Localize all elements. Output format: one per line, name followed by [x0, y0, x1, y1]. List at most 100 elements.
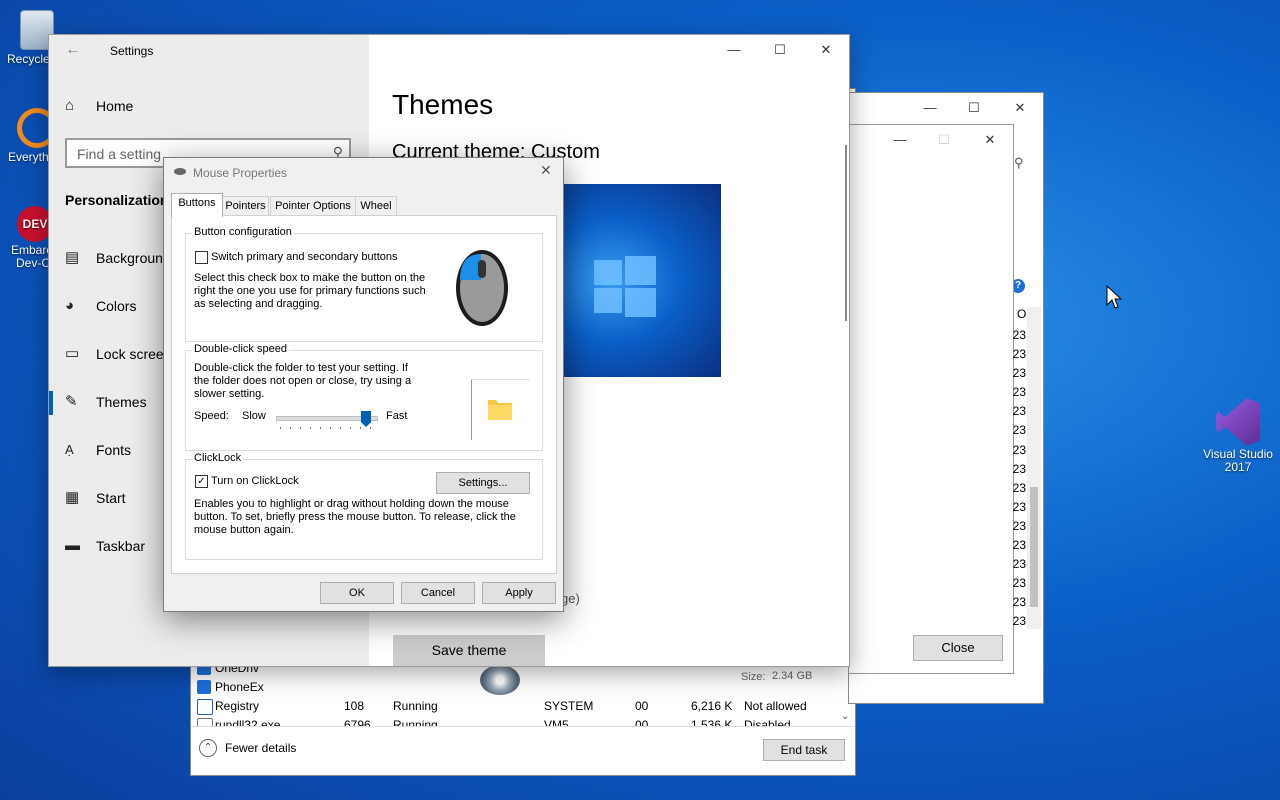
column-header[interactable]: O [1017, 307, 1026, 321]
fonts-icon: Ạ [65, 442, 74, 457]
scroll-down-arrow-icon[interactable]: ⌄ [841, 711, 849, 722]
group-title: ClickLock [192, 452, 244, 464]
clicklock-settings-button[interactable]: Settings... [436, 472, 530, 494]
number-cell: 23 [1012, 347, 1026, 362]
back-arrow-icon[interactable]: ← [65, 41, 81, 59]
size-label: Size: [741, 671, 766, 683]
close-button[interactable]: Close [913, 635, 1003, 661]
desktop-icon-visual-studio[interactable]: Visual Studio 2017 [1202, 398, 1274, 474]
close-icon[interactable]: ✕ [967, 125, 1013, 155]
number-cell: 23 [1012, 385, 1026, 400]
scrollbar-thumb[interactable] [1030, 487, 1038, 607]
number-cell: 23 [1012, 557, 1026, 572]
number-cell: 23 [1012, 404, 1026, 419]
maximize-icon[interactable]: ☐ [757, 35, 803, 65]
process-name: Registry [215, 699, 260, 713]
mouse-illustration-icon [456, 250, 508, 326]
number-cell: 23 [1012, 442, 1026, 457]
number-cell: 23 [1012, 366, 1026, 381]
app-icon [197, 699, 213, 715]
maximize-icon[interactable]: ☐ [951, 93, 997, 123]
double-click-description: Double-click the folder to test your set… [194, 362, 412, 400]
sidebar-item-label: Fonts [96, 442, 132, 458]
tab-wheel[interactable]: Wheel [355, 196, 397, 216]
disc-image-icon [480, 665, 520, 695]
minimize-icon[interactable]: — [711, 35, 757, 65]
sidebar-item-label: Colors [96, 298, 137, 314]
speed-slider[interactable] [276, 411, 378, 431]
button-config-description: Select this check box to make the button… [194, 272, 426, 310]
number-column: 23 23 23 23 23 23 23 23 23 23 23 23 23 23 23 23 [1008, 326, 1026, 632]
scrollbar[interactable] [845, 145, 847, 321]
lock-screen-icon: ▭ [65, 345, 80, 362]
close-icon[interactable]: ✕ [997, 93, 1043, 123]
image-icon: ▤ [65, 249, 80, 266]
app-icon [197, 680, 211, 694]
search-placeholder: Find a setting [77, 146, 162, 162]
dialog-title: Mouse Properties [193, 166, 288, 180]
maximize-icon[interactable]: ☐ [921, 125, 967, 155]
double-click-speed-group: Double-click speed Double-click the fold… [185, 343, 543, 451]
task-manager-footer: ⌃ Fewer details End task [191, 726, 855, 775]
number-cell: 23 [1012, 423, 1026, 438]
speed-label: Speed: [194, 410, 229, 422]
themes-icon: ✎ [65, 393, 78, 410]
page-title: Themes [392, 89, 494, 120]
cancel-button[interactable]: Cancel [401, 582, 475, 604]
process-user: SYSTEM [544, 699, 594, 713]
close-icon[interactable]: ✕ [540, 162, 552, 179]
clicklock-checkbox[interactable]: ✓ [195, 475, 208, 488]
visual-studio-icon [1216, 398, 1260, 446]
process-uac: Not allowed [744, 699, 807, 713]
tab-pointer-options[interactable]: Pointer Options [270, 196, 356, 216]
process-cpu: 00 [635, 699, 649, 713]
sidebar-item-home[interactable]: ⌂ Home [49, 85, 369, 129]
palette-icon: ◕ [65, 297, 75, 314]
number-cell: 23 [1012, 480, 1026, 495]
properties-window: — ☐ ✕ Size: Close [741, 124, 1014, 683]
clicklock-group: ClickLock ✓ Turn on ClickLock Settings..… [185, 452, 543, 560]
fewer-details-button[interactable]: ⌃ Fewer details [199, 739, 319, 761]
clicklock-description: Enables you to highlight or drag without… [194, 498, 516, 536]
start-icon: ▦ [65, 489, 80, 506]
number-cell: 23 [1012, 499, 1026, 514]
home-icon: ⌂ [65, 97, 75, 114]
number-cell: 23 [1012, 518, 1026, 533]
end-task-button[interactable]: End task [763, 739, 845, 761]
desktop-icon-label: Visual Studio 2017 [1203, 447, 1273, 474]
folder-icon [488, 400, 512, 420]
tab-pointers[interactable]: Pointers [222, 196, 269, 216]
process-memory: 6,216 K [691, 699, 733, 713]
tab-buttons[interactable]: Buttons [171, 193, 223, 217]
process-pid: 108 [344, 699, 365, 713]
process-name: PhoneEx [215, 680, 264, 694]
save-theme-button[interactable]: Save theme [393, 635, 545, 666]
number-cell: 23 [1012, 595, 1026, 610]
close-icon[interactable]: ✕ [803, 35, 849, 65]
sidebar-item-label: Background [96, 250, 171, 266]
sidebar-item-label: Home [96, 98, 134, 114]
slider-thumb[interactable] [361, 411, 371, 427]
ok-button[interactable]: OK [320, 582, 394, 604]
number-cell: 23 [1012, 614, 1026, 629]
test-folder-area[interactable] [471, 379, 530, 440]
minimize-icon[interactable]: — [877, 125, 923, 155]
fast-label: Fast [386, 410, 408, 422]
window-title: Settings [110, 44, 154, 58]
sidebar-item-label: Lock screen [96, 346, 172, 362]
table-row[interactable]: Registry 108 Running SYSTEM 00 6,216 K N… [197, 697, 837, 716]
mouse-cursor-icon [1106, 285, 1122, 309]
minimize-icon[interactable]: — [907, 93, 953, 123]
process-status: Running [393, 699, 438, 713]
size-value: 2.34 GB [772, 670, 813, 682]
tab-panel: Button configuration Switch primary and … [171, 215, 557, 574]
apply-button[interactable]: Apply [482, 582, 556, 604]
group-title: Double-click speed [192, 343, 289, 355]
theme-preview [539, 184, 721, 377]
number-cell: 23 [1012, 461, 1026, 476]
switch-buttons-label[interactable]: Switch primary and secondary buttons [211, 251, 397, 263]
taskbar-icon: ▬ [65, 537, 80, 554]
clicklock-label[interactable]: Turn on ClickLock [211, 475, 299, 487]
scrollbar[interactable] [1027, 307, 1041, 629]
switch-buttons-checkbox[interactable] [195, 251, 208, 264]
